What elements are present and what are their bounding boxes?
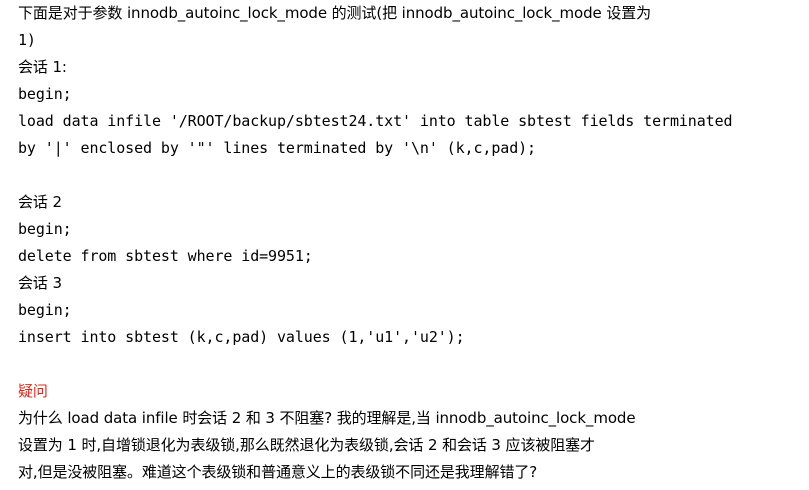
intro-line-2: 1) [18,31,36,49]
session-1-code-line: by '|' enclosed by '"' lines terminated … [18,139,536,157]
question-line: 为什么 load data infile 时会话 2 和 3 不阻塞? 我的理解… [18,409,636,427]
session-2-title: 会话 2 [18,193,62,211]
question-heading: 疑问 [18,382,48,400]
session-3-code-line: begin; [18,301,72,319]
session-2-code-line: delete from sbtest where id=9951; [18,247,313,265]
session-1-title: 会话 1: [18,58,67,76]
session-1-code-line: begin; [18,85,72,103]
question-line: 对,但是没被阻塞。难道这个表级锁和普通意义上的表级锁不同还是我理解错了? [18,463,538,481]
session-1-code-line: load data infile '/ROOT/backup/sbtest24.… [18,112,733,130]
intro-line-1: 下面是对于参数 innodb_autoinc_lock_mode 的测试(把 i… [18,4,652,22]
session-2-code-line: begin; [18,220,72,238]
question-line: 设置为 1 时,自增锁退化为表级锁,那么既然退化为表级锁,会话 2 和会话 3 … [18,436,595,454]
session-3-title: 会话 3 [18,274,62,292]
session-3-code-line: insert into sbtest (k,c,pad) values (1,'… [18,328,465,346]
document-body: 下面是对于参数 innodb_autoinc_lock_mode 的测试(把 i… [18,0,798,486]
